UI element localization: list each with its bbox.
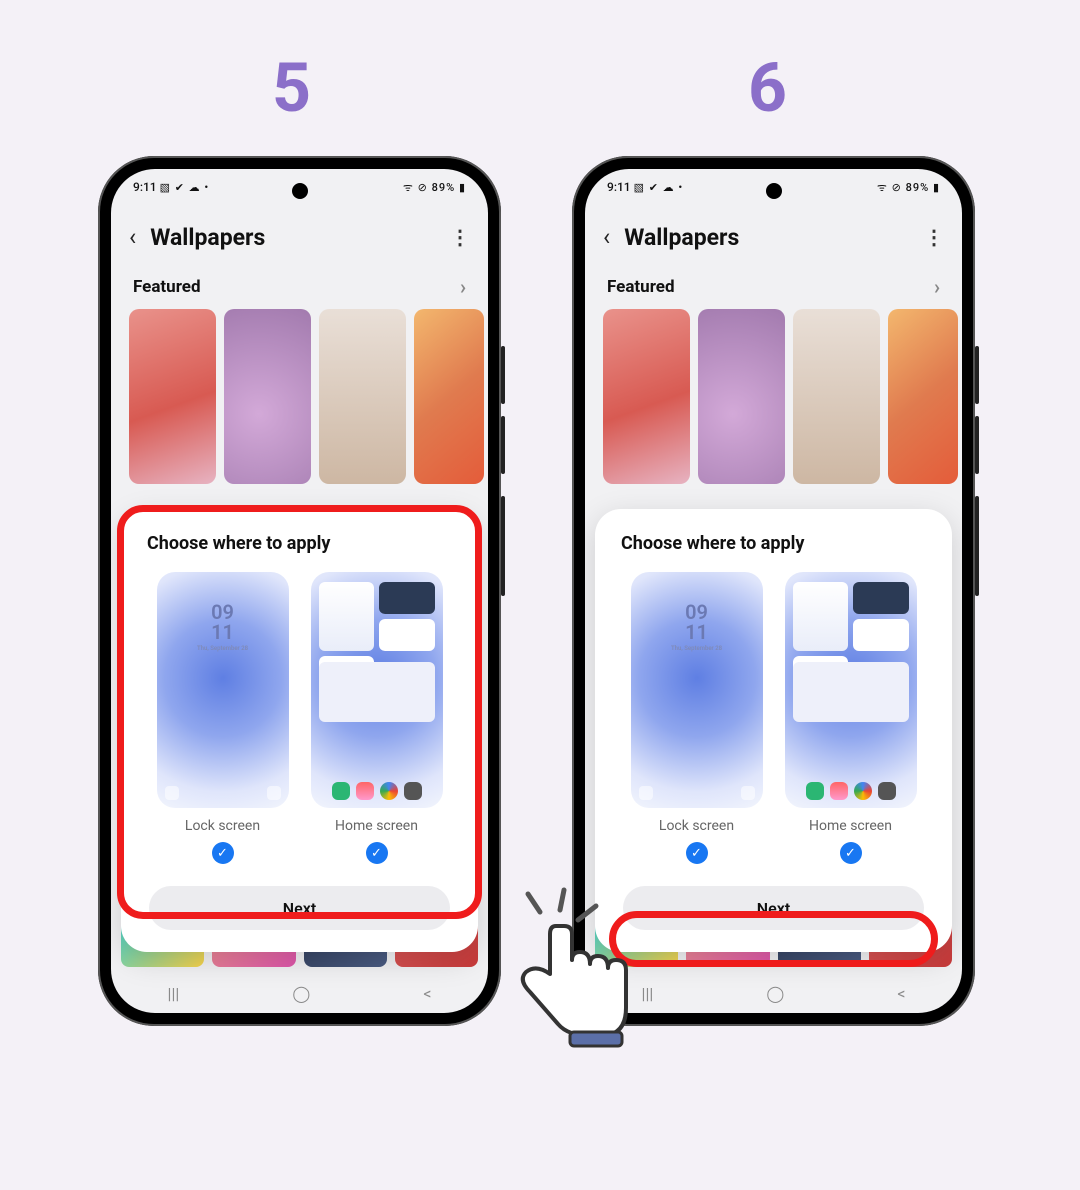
page-title: Wallpapers <box>624 224 910 251</box>
option-home-screen[interactable]: Home screen ✓ <box>783 572 919 864</box>
apply-sheet: Choose where to apply 09 11 Thu, Septemb… <box>121 509 478 952</box>
camera-notch <box>292 183 308 199</box>
featured-header[interactable]: Featured › <box>585 269 962 309</box>
app-bar: ‹ Wallpapers ⋮ <box>585 205 962 269</box>
wallpaper-thumb[interactable] <box>793 309 880 484</box>
step-number-6: 6 <box>748 48 787 128</box>
wallpaper-thumb[interactable] <box>603 309 690 484</box>
check-icon[interactable]: ✓ <box>212 842 234 864</box>
home-screen-preview <box>785 572 917 808</box>
check-icon[interactable]: ✓ <box>840 842 862 864</box>
camera-notch <box>766 183 782 199</box>
lock-screen-preview: 09 11 Thu, September 28 <box>631 572 763 808</box>
back-icon[interactable]: ‹ <box>603 223 610 251</box>
nav-back-icon[interactable]: < <box>423 984 431 1003</box>
phone-mockup-step-5: 9:11 ▧ ✔ ☁ • ᯤ ⊘ 89% ▮ ‹ Wallpapers ⋮ Fe… <box>98 156 501 1026</box>
sheet-title: Choose where to apply <box>147 533 452 554</box>
tap-hand-icon <box>508 906 648 1056</box>
nav-recents-icon[interactable]: ||| <box>168 984 180 1003</box>
chevron-right-icon: › <box>934 275 940 299</box>
nav-home-icon[interactable]: ◯ <box>292 984 310 1003</box>
option-home-screen[interactable]: Home screen ✓ <box>309 572 445 864</box>
sheet-title: Choose where to apply <box>621 533 926 554</box>
check-icon[interactable]: ✓ <box>366 842 388 864</box>
option-lock-screen[interactable]: 09 11 Thu, September 28 Lock screen ✓ <box>629 572 765 864</box>
step-number-5: 5 <box>272 48 311 128</box>
nav-back-icon[interactable]: < <box>897 984 905 1003</box>
lock-screen-label: Lock screen <box>659 818 734 834</box>
check-icon[interactable]: ✓ <box>686 842 708 864</box>
home-screen-label: Home screen <box>335 818 418 834</box>
apply-sheet: Choose where to apply 09 11 Thu, Septemb… <box>595 509 952 952</box>
more-icon[interactable]: ⋮ <box>924 225 944 249</box>
option-lock-screen[interactable]: 09 11 Thu, September 28 Lock screen ✓ <box>155 572 291 864</box>
wallpaper-thumb[interactable] <box>888 309 958 484</box>
phone-mockup-step-6: 9:11 ▧ ✔ ☁ • ᯤ ⊘ 89% ▮ ‹ Wallpapers ⋮ Fe… <box>572 156 975 1026</box>
next-button[interactable]: Next <box>149 886 450 930</box>
home-screen-preview <box>311 572 443 808</box>
nav-home-icon[interactable]: ◯ <box>766 984 784 1003</box>
featured-thumbnails[interactable] <box>585 309 962 484</box>
lock-screen-preview: 09 11 Thu, September 28 <box>157 572 289 808</box>
lock-screen-label: Lock screen <box>185 818 260 834</box>
home-screen-label: Home screen <box>809 818 892 834</box>
wallpaper-thumb[interactable] <box>698 309 785 484</box>
next-button[interactable]: Next <box>623 886 924 930</box>
nav-bar[interactable]: ||| ◯ < <box>111 984 488 1003</box>
